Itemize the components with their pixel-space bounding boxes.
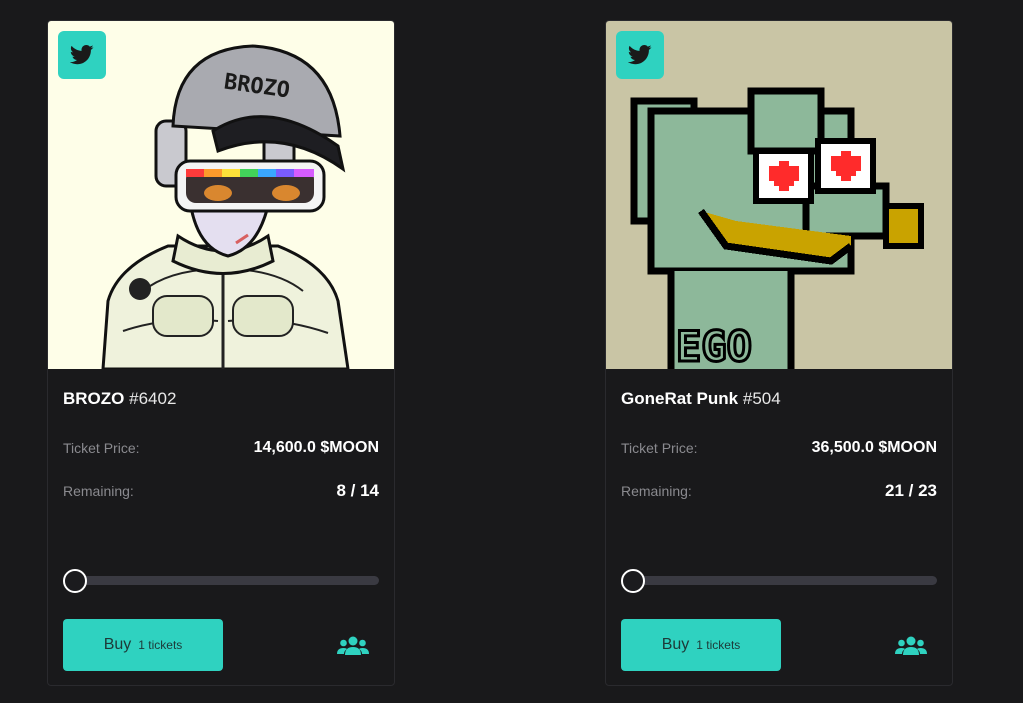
ticket-slider[interactable] xyxy=(63,569,379,593)
slider-track[interactable] xyxy=(63,576,379,585)
remaining-value: 8 / 14 xyxy=(336,481,379,500)
nft-number: #504 xyxy=(742,389,781,408)
nft-name: GoneRat Punk xyxy=(621,389,739,408)
buy-button[interactable]: Buy 1 tickets xyxy=(63,619,223,671)
ticket-price-label: Ticket Price: xyxy=(621,440,698,456)
ticket-slider[interactable] xyxy=(621,569,937,593)
ticket-price-row: Ticket Price: 14,600.0 $MOON xyxy=(63,439,379,457)
nft-title: BROZO #6402 xyxy=(63,389,176,409)
ticket-price-label: Ticket Price: xyxy=(63,440,140,456)
remaining-value: 21 / 23 xyxy=(885,481,937,500)
tickets-count-label: 1 tickets xyxy=(696,638,741,652)
remaining-row: Remaining: 21 / 23 xyxy=(621,481,937,501)
remaining-label: Remaining: xyxy=(63,483,134,499)
nft-name: BROZO xyxy=(63,389,125,408)
remaining-row: Remaining: 8 / 14 xyxy=(63,481,379,501)
slider-knob[interactable] xyxy=(63,569,87,593)
ticket-price-value: 14,600.0 $MOON xyxy=(253,439,379,456)
buy-button[interactable]: Buy 1 tickets xyxy=(621,619,781,671)
slider-knob[interactable] xyxy=(621,569,645,593)
nft-title: GoneRat Punk #504 xyxy=(621,389,781,409)
users-icon[interactable] xyxy=(895,635,927,657)
ticket-price-row: Ticket Price: 36,500.0 $MOON xyxy=(621,439,937,457)
buy-label: Buy xyxy=(661,636,690,653)
nft-card-gonerat: EGO GoneRat Punk #504 Ticket Price: 36,5… xyxy=(605,20,953,686)
twitter-button[interactable] xyxy=(616,31,664,79)
remaining-label: Remaining: xyxy=(621,483,692,499)
nft-card-brozo: BROZO BROZO #6402 Ticket Price: 14,600.0… xyxy=(47,20,395,686)
nft-number: #6402 xyxy=(129,389,177,408)
ticket-price-value: 36,500.0 $MOON xyxy=(811,439,937,456)
svg-text:EGO: EGO xyxy=(676,322,752,369)
twitter-button[interactable] xyxy=(58,31,106,79)
users-icon[interactable] xyxy=(337,635,369,657)
twitter-icon xyxy=(628,45,652,65)
tickets-count-label: 1 tickets xyxy=(138,638,183,652)
slider-track[interactable] xyxy=(621,576,937,585)
buy-label: Buy xyxy=(103,636,132,653)
twitter-icon xyxy=(70,45,94,65)
